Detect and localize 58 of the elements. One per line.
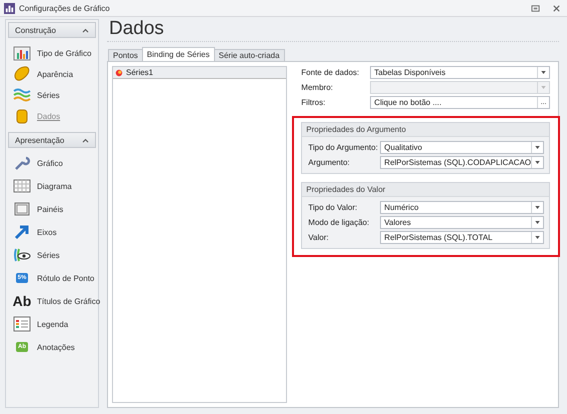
field-label: Membro: — [301, 83, 334, 92]
field-label: Argumento: — [308, 158, 351, 167]
field-label: Modo de ligação: — [308, 218, 370, 227]
dropdown-icon — [541, 71, 546, 74]
waves-icon — [13, 87, 31, 103]
sidebar-item[interactable]: Rótulo de Ponto — [37, 274, 94, 282]
window-title: Configurações de Gráfico — [19, 4, 110, 12]
dropdown-icon — [535, 146, 540, 149]
group-title: Propriedades do Argumento — [302, 123, 549, 137]
field-label: Tipo do Argumento: — [308, 143, 379, 152]
bar-chart-icon — [13, 45, 31, 61]
tab[interactable]: Pontos — [108, 49, 143, 61]
dropdown-field[interactable]: Tabelas Disponíveis — [370, 66, 550, 79]
group-title: Construção — [15, 26, 56, 34]
close-icon[interactable] — [552, 4, 561, 12]
dropdown-icon — [535, 206, 540, 209]
series-row[interactable]: Séries1 — [113, 67, 286, 79]
sidebar-item[interactable]: Gráfico — [37, 158, 63, 168]
app-icon — [4, 2, 15, 14]
sidebar-item[interactable]: Diagrama — [37, 182, 72, 190]
sidebar-item[interactable]: Eixos — [37, 228, 57, 236]
dropdown-icon — [535, 161, 540, 164]
field-label: Tipo do Valor: — [308, 203, 358, 212]
dropdown-field[interactable]: RelPorSistemas (SQL).TOTAL — [380, 231, 544, 244]
tab[interactable]: Binding de Séries — [142, 47, 215, 61]
sidebar-item[interactable]: Séries — [37, 250, 60, 260]
sidebar-item[interactable]: Painéis — [37, 204, 64, 214]
field-label: Valor: — [308, 233, 330, 242]
group-header[interactable]: Construção — [8, 22, 96, 38]
grid-icon — [13, 178, 31, 194]
sidebar-item[interactable]: Anotações — [37, 342, 75, 352]
legend-icon — [13, 316, 31, 332]
series-icon — [115, 68, 123, 76]
series-name: Séries1 — [126, 68, 154, 77]
sidebar-item[interactable]: Séries — [37, 90, 60, 100]
dropdown-icon — [541, 86, 546, 89]
sidebar-item[interactable]: Títulos de Gráfico — [37, 296, 100, 306]
sidebar-item[interactable]: Legenda — [37, 320, 68, 328]
dropdown-field[interactable]: Numérico — [380, 201, 544, 214]
field-label: Filtros: — [301, 98, 326, 107]
group-title: Propriedades do Valor — [302, 183, 549, 197]
panel-grid-icon — [13, 201, 31, 217]
page-heading: Dados — [107, 19, 559, 42]
dropdown-field[interactable]: Valores — [380, 216, 544, 229]
sidebar-item[interactable]: Aparência — [37, 70, 74, 78]
restore-icon[interactable] — [531, 4, 540, 12]
sidebar-item[interactable]: Tipo de Gráfico — [37, 48, 92, 58]
dropdown-field[interactable]: RelPorSistemas (SQL).CODAPLICACAO — [380, 156, 544, 169]
field-label: Fonte de dados: — [301, 68, 360, 77]
tab[interactable]: Série auto-criada — [214, 49, 285, 61]
group-header[interactable]: Apresentação — [8, 132, 96, 148]
dropdown-field[interactable]: Qualitativo — [380, 141, 544, 154]
group-title: Apresentação — [15, 136, 64, 144]
dropdown-icon — [535, 221, 540, 224]
arrow-icon — [13, 224, 31, 240]
dropdown-icon — [535, 236, 540, 239]
eye-icon — [13, 247, 31, 263]
text-icon: Ab — [12, 294, 32, 308]
